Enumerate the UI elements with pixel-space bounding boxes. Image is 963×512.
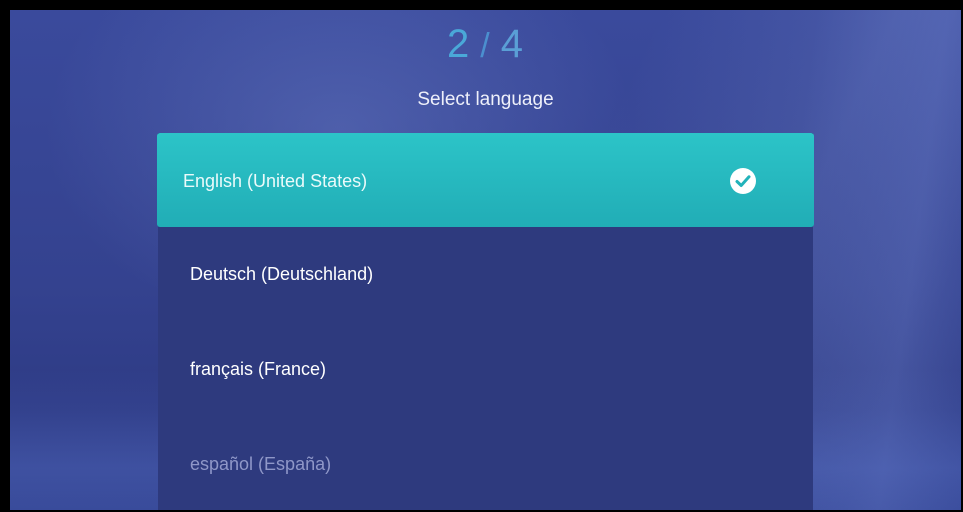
setup-step-indicator: 2/4: [10, 22, 961, 67]
page-title: Select language: [417, 89, 554, 110]
step-total: 4: [500, 22, 524, 66]
language-option-spanish[interactable]: español (España): [158, 417, 813, 510]
check-circle-icon: [730, 168, 756, 194]
language-setup-screen: 2/4 Select language English (United Stat…: [10, 10, 961, 510]
language-option-label: français (France): [190, 359, 327, 379]
language-option-label: español (España): [190, 454, 332, 474]
language-option-label: Deutsch (Deutschland): [190, 264, 374, 284]
language-list[interactable]: English (United States) Deutsch (Deutsch…: [157, 133, 814, 510]
language-option-german[interactable]: Deutsch (Deutschland): [158, 227, 813, 321]
language-option-label: English (United States): [183, 171, 368, 191]
step-current: 2: [447, 22, 471, 66]
language-option-english-us[interactable]: English (United States): [157, 133, 814, 227]
step-separator: /: [480, 27, 491, 65]
language-option-french[interactable]: français (France): [158, 322, 813, 416]
